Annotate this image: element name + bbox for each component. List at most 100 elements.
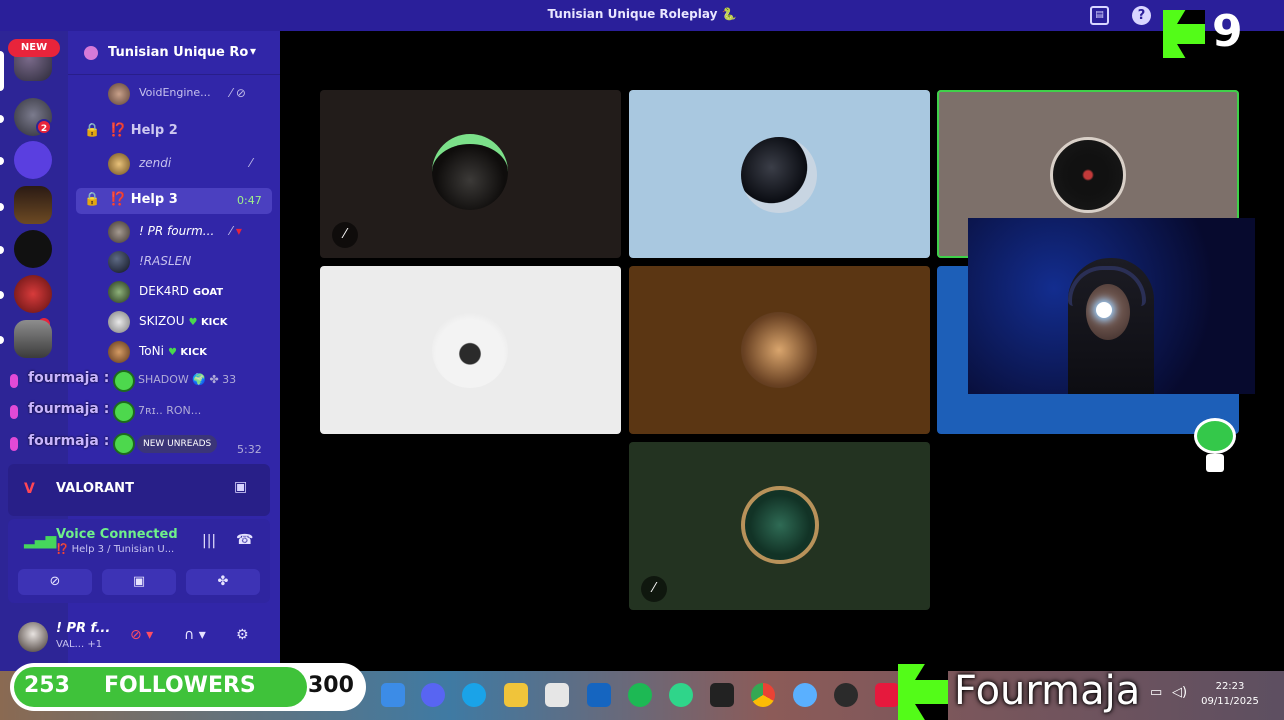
- new-unreads-pill[interactable]: NEW UNREADS: [137, 435, 218, 453]
- disconnect-icon[interactable]: ☎: [236, 532, 253, 548]
- edge-icon[interactable]: [462, 683, 486, 707]
- app-icon[interactable]: [710, 683, 734, 707]
- system-clock[interactable]: 22:23 09/11/2025: [1196, 679, 1264, 709]
- user-tag: ♥ KICK: [188, 317, 228, 328]
- avatar: [741, 312, 817, 388]
- outlook-icon[interactable]: [587, 683, 611, 707]
- noise-suppression-icon[interactable]: |||: [202, 533, 216, 549]
- avatar: [108, 153, 130, 175]
- activity-game: VALORANT: [56, 481, 134, 496]
- muted-deafened-icon: ⁄ ⊘: [230, 86, 246, 100]
- server-icon[interactable]: [14, 320, 52, 358]
- network-icon[interactable]: ▭: [1150, 685, 1162, 700]
- voice-user[interactable]: !RASLEN: [108, 251, 276, 275]
- emote-icon: [113, 370, 135, 392]
- mascot-icon: [1194, 418, 1236, 474]
- title-bar: Tunisian Unique Roleplay 🐍 ▤ ?: [0, 0, 1284, 31]
- voice-tile[interactable]: ⁄: [320, 90, 621, 258]
- user-tag: GOAT: [192, 287, 224, 298]
- voice-user[interactable]: SKIZOU ♥ KICK: [108, 311, 276, 335]
- unread-dot: [0, 291, 4, 299]
- headphones-icon[interactable]: ∩ ▾: [184, 627, 206, 643]
- mic-muted-icon[interactable]: ⊘ ▾: [130, 627, 153, 643]
- chat-line: fourmaja : SHADOW 🌍 ✤ 33: [0, 368, 280, 394]
- help-icon[interactable]: ?: [1132, 6, 1151, 25]
- guild-boost-icon: [84, 46, 98, 60]
- chevron-down-icon[interactable]: ▾: [250, 44, 256, 58]
- voice-user[interactable]: VoidEngine... ⁄ ⊘: [108, 83, 276, 107]
- chat-line: fourmaja : 7ʀɪ.. RON...: [0, 399, 280, 425]
- server-icon[interactable]: [14, 275, 52, 313]
- voice-user[interactable]: DEK4RD GOAT: [108, 281, 276, 305]
- chat-badge: [10, 405, 18, 419]
- voice-user-name: !RASLEN: [139, 254, 192, 268]
- server-icon[interactable]: [14, 230, 52, 268]
- voice-user-name: DEK4RD GOAT: [139, 284, 224, 298]
- inbox-icon[interactable]: ▤: [1090, 6, 1109, 25]
- gear-icon[interactable]: ⚙: [236, 627, 249, 643]
- follower-goal: 253 FOLLOWERS 300: [10, 663, 366, 711]
- voice-tile[interactable]: [320, 266, 621, 434]
- start-icon[interactable]: [381, 683, 405, 707]
- chrome-icon[interactable]: [751, 683, 775, 707]
- kick-counter: 9: [1212, 6, 1243, 57]
- chat-app-icon[interactable]: [669, 683, 693, 707]
- guild-header[interactable]: Tunisian Unique Rol... ▾: [68, 31, 280, 75]
- user-name: ! PR f...: [56, 621, 111, 636]
- unread-dot: [0, 157, 4, 165]
- mascot-body: [1206, 454, 1224, 472]
- spotify-icon[interactable]: [628, 683, 652, 707]
- voice-tile[interactable]: [629, 90, 930, 258]
- voice-tile[interactable]: ⁄: [629, 442, 930, 610]
- voice-channel-help-2[interactable]: 🔒 ⁉️ Help 2: [76, 119, 272, 145]
- followers-goal: 300: [308, 673, 354, 698]
- muted-icon: ⁄: [332, 222, 358, 248]
- emote-icon: [113, 401, 135, 423]
- avatar: [1050, 137, 1126, 213]
- store-icon[interactable]: [545, 683, 569, 707]
- guild-name: Tunisian Unique Rol...: [108, 45, 248, 60]
- camera-button[interactable]: ⊘: [18, 569, 92, 595]
- followers-current: 253: [24, 673, 70, 698]
- voice-user-name: ToNi ♥ KICK: [139, 344, 207, 358]
- activities-button[interactable]: ✤: [186, 569, 260, 595]
- server-icon[interactable]: [14, 186, 52, 224]
- voice-status[interactable]: Voice Connected: [56, 527, 178, 542]
- unread-dot: [0, 115, 4, 123]
- new-badge: NEW: [8, 39, 60, 57]
- activity-panel[interactable]: V VALORANT ▣: [8, 464, 270, 516]
- app-icon[interactable]: [793, 683, 817, 707]
- avatar: [108, 281, 130, 303]
- chat-badge: [10, 374, 18, 388]
- discord-icon[interactable]: [421, 683, 445, 707]
- channel-name: ⁉️ Help 2: [110, 123, 178, 138]
- screen-share-icon[interactable]: ▣: [234, 479, 254, 499]
- avatar: [108, 83, 130, 105]
- voice-user[interactable]: ToNi ♥ KICK: [108, 341, 276, 365]
- screen: Tunisian Unique Roleplay 🐍 ▤ ? 9 NEW 2 1…: [0, 0, 1284, 720]
- folder-icon[interactable]: [504, 683, 528, 707]
- voice-channel-help-3[interactable]: 🔒 ⁉️ Help 3 0:47: [76, 188, 272, 214]
- muted-icon: ⁄ ▾: [230, 224, 242, 238]
- voice-user-name: SKIZOU ♥ KICK: [139, 314, 228, 328]
- voice-user-name: zendi: [139, 156, 172, 170]
- signal-icon: ▂▄▆: [24, 533, 57, 549]
- avatar[interactable]: [18, 622, 48, 652]
- chat-username: fourmaja :: [28, 433, 110, 449]
- voice-channel-path[interactable]: ⁉️ Help 3 / Tunisian U...: [56, 544, 174, 555]
- voice-user[interactable]: ! PR fourm... ⁄ ▾: [108, 221, 276, 245]
- chat-username: fourmaja :: [28, 370, 110, 386]
- volume-icon[interactable]: ◁): [1172, 685, 1187, 700]
- voice-user[interactable]: zendi ⁄: [108, 153, 276, 177]
- voice-tile[interactable]: [629, 266, 930, 434]
- obs-icon[interactable]: [834, 683, 858, 707]
- sidebar-text-under-chat: SHADOW 🌍 ✤ 33: [138, 373, 237, 386]
- server-icon[interactable]: [14, 141, 52, 179]
- screen-share-button[interactable]: ▣: [102, 569, 176, 595]
- selected-indicator: [0, 51, 4, 91]
- voice-user-name: VoidEngine...: [139, 86, 211, 99]
- avatar: [108, 311, 130, 333]
- app-icon[interactable]: [875, 683, 899, 707]
- kick-logo: [898, 664, 948, 720]
- headset-light: [1096, 302, 1112, 318]
